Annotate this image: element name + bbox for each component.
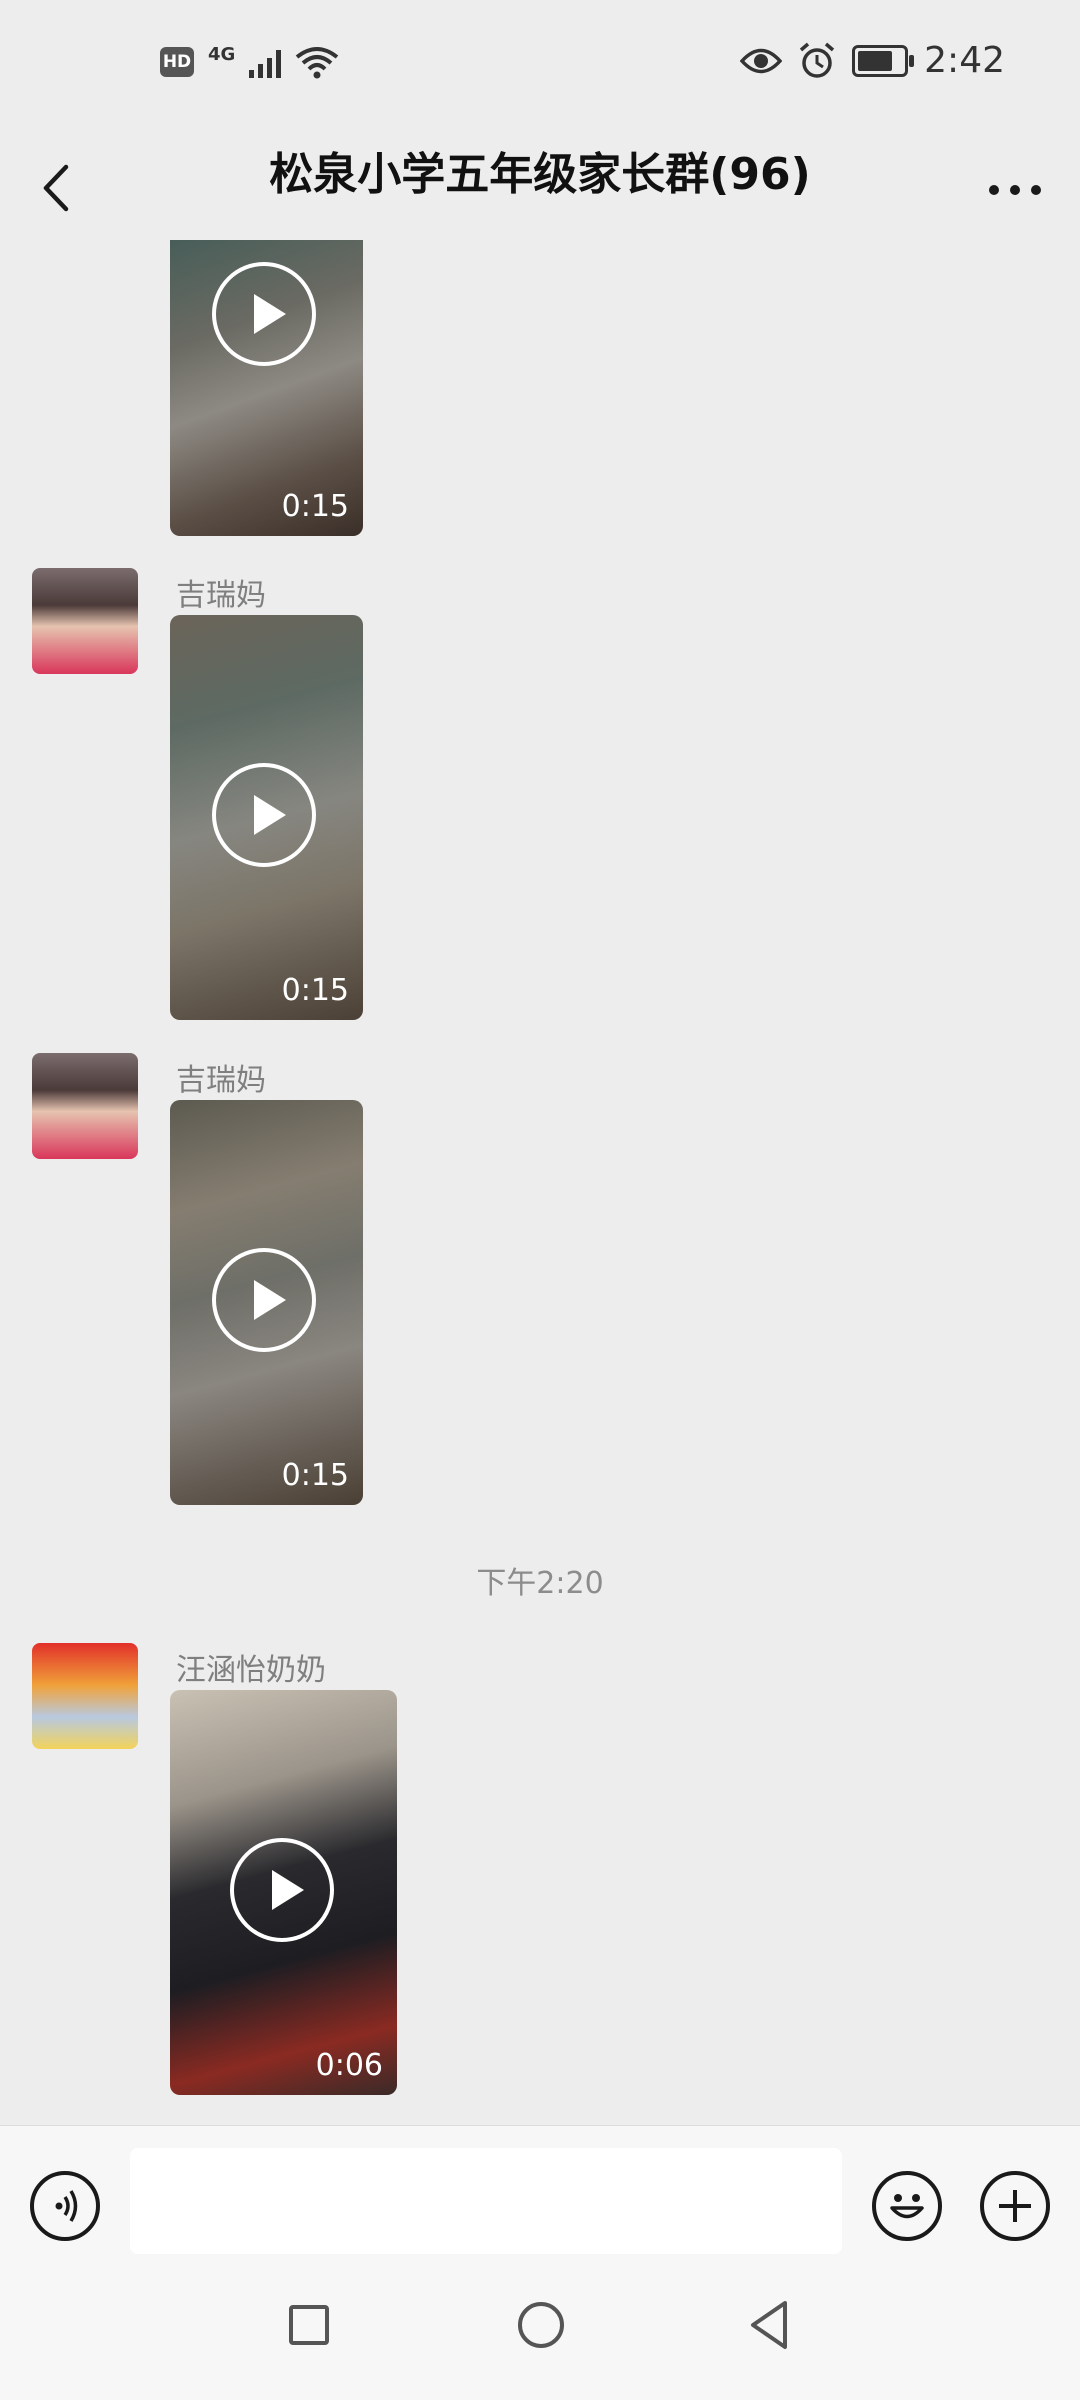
avatar[interactable] [32, 1053, 138, 1159]
avatar[interactable] [32, 1643, 138, 1749]
sender-name: 汪涵怡奶奶 [176, 1653, 326, 1688]
message-timestamp: 下午2:20 [476, 1566, 604, 1601]
system-nav-bar [0, 2265, 1080, 2400]
status-left: HD 4G [160, 43, 339, 79]
video-message[interactable]: 0:15 [170, 1100, 363, 1505]
status-right: 2:42 [740, 40, 1005, 81]
plus-icon[interactable] [980, 2171, 1050, 2241]
video-duration: 0:15 [281, 1458, 349, 1493]
clock: 2:42 [924, 40, 1005, 81]
eye-icon [740, 48, 783, 73]
play-icon[interactable] [212, 1248, 316, 1352]
play-icon[interactable] [212, 262, 316, 366]
emoji-icon[interactable] [872, 2171, 942, 2241]
video-duration: 0:06 [315, 2048, 383, 2083]
alarm-icon [800, 42, 835, 78]
play-icon[interactable] [230, 1838, 334, 1942]
video-message[interactable]: 0:15 [170, 615, 363, 1020]
status-bar: HD 4G 2:42 [0, 0, 1080, 135]
chat-title: 松泉小学五年级家长群(96) [269, 149, 811, 200]
message-input[interactable] [130, 2148, 842, 2254]
hd-icon: HD [160, 47, 194, 77]
recents-button[interactable] [289, 2305, 329, 2345]
signal-icon [249, 46, 282, 78]
video-message[interactable]: 0:06 [170, 1690, 397, 2095]
more-dots-icon[interactable] [980, 160, 1050, 220]
video-duration: 0:15 [281, 973, 349, 1008]
video-duration: 0:15 [281, 489, 349, 524]
chat-header: 松泉小学五年级家长群(96) [0, 135, 1080, 241]
avatar[interactable] [32, 568, 138, 674]
voice-icon[interactable] [30, 2171, 100, 2241]
sender-name: 吉瑞妈 [176, 578, 266, 613]
back-nav-icon[interactable] [745, 2299, 795, 2351]
chat-message-list[interactable]: 0:15 吉瑞妈 0:15 吉瑞妈 0:15 下午2:20 汪涵怡奶奶 0:06 [0, 240, 1080, 2125]
play-icon[interactable] [212, 763, 316, 867]
input-bar [0, 2125, 1080, 2266]
network-type-label: 4G [208, 43, 236, 65]
wifi-icon [296, 47, 339, 79]
battery-icon [852, 44, 915, 77]
home-button[interactable] [518, 2302, 564, 2348]
sender-name: 吉瑞妈 [176, 1063, 266, 1098]
video-message[interactable]: 0:15 [170, 240, 363, 536]
